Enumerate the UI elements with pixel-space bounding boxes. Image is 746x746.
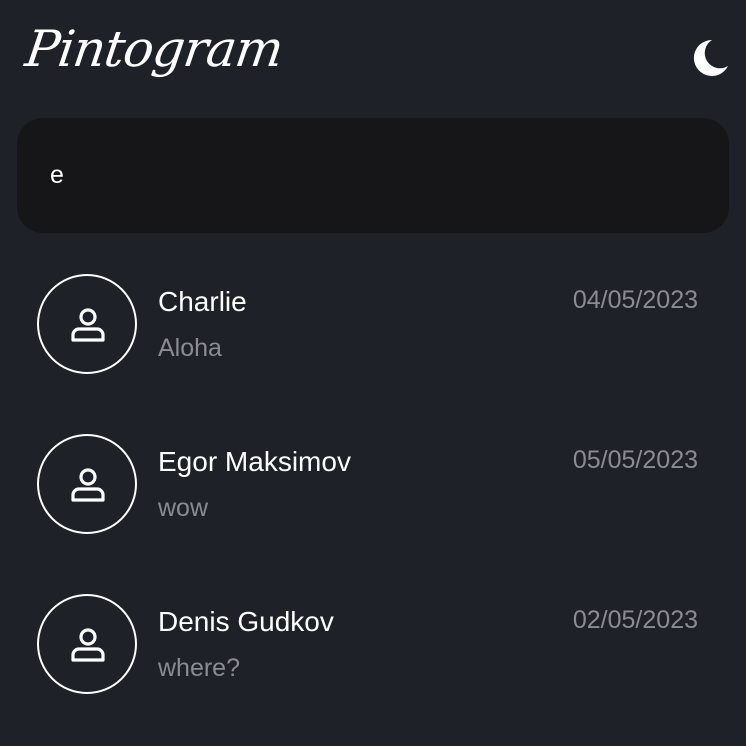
- chat-name: Charlie: [158, 286, 247, 317]
- chat-list-item[interactable]: Charlie Aloha 04/05/2023: [0, 274, 746, 414]
- avatar: [37, 594, 137, 694]
- chat-last-message: wow: [158, 494, 209, 522]
- chat-last-message: Aloha: [158, 334, 222, 362]
- chat-list-item[interactable]: Egor Maksimov wow 05/05/2023: [0, 434, 746, 574]
- chat-date: 04/05/2023: [572, 286, 698, 314]
- user-icon: [71, 628, 105, 662]
- user-icon: [71, 468, 105, 502]
- chat-name: Egor Maksimov: [158, 446, 351, 477]
- search-box: [17, 118, 729, 233]
- chat-last-message: where?: [158, 654, 240, 682]
- header: Pintogram: [0, 0, 746, 110]
- theme-toggle-button[interactable]: [688, 36, 732, 80]
- chat-date: 05/05/2023: [572, 446, 698, 474]
- moon-icon: [693, 39, 728, 76]
- chat-name: Denis Gudkov: [158, 606, 334, 637]
- avatar: [37, 274, 137, 374]
- app: Pintogram Charlie Aloha 04/05/2023 Egor …: [0, 0, 746, 746]
- avatar: [37, 434, 137, 534]
- chat-list-item[interactable]: Denis Gudkov where? 02/05/2023: [0, 594, 746, 734]
- chat-date: 02/05/2023: [572, 606, 698, 634]
- user-icon: [71, 308, 105, 342]
- app-logo: Pintogram: [21, 20, 287, 78]
- search-input[interactable]: [17, 118, 729, 233]
